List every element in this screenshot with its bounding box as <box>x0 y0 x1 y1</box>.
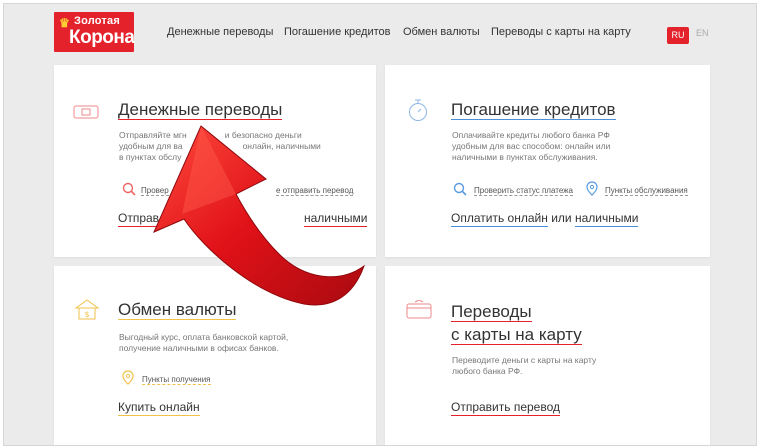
where-to-send-link[interactable]: е отправить перевод <box>276 186 354 196</box>
svg-text:$: $ <box>84 310 89 319</box>
send-online-link[interactable]: Отправ <box>118 211 160 227</box>
pay-online-or-cash-action[interactable]: Оплатить онлайн или наличными <box>451 211 639 227</box>
card-desc-credit-repayment: Оплачивайте кредиты любого банка РФ удоб… <box>452 130 692 163</box>
lang-ru-button[interactable]: RU <box>667 27 689 44</box>
or-text: или <box>551 211 572 225</box>
card-title-currency-exchange-text: Обмен валюты <box>118 300 237 320</box>
nav-credit-repayment[interactable]: Погашение кредитов <box>284 26 391 38</box>
card-card-to-card: Переводы с карты на карту Переводите ден… <box>385 266 710 445</box>
bank-exchange-icon: $ <box>74 299 100 320</box>
card-title-line2: с карты на карту <box>451 325 582 345</box>
card-title-money-transfers-text: Денежные переводы <box>118 100 283 120</box>
logo-line1: Золотая <box>74 15 120 27</box>
nav-currency-exchange[interactable]: Обмен валюты <box>403 26 480 38</box>
location-pin-icon <box>122 370 134 385</box>
desc-line: Переводите деньги с карты на карту <box>452 355 597 365</box>
money-transfer-icon <box>73 105 99 119</box>
desc-line: Оплачивайте кредиты любого банка РФ <box>452 130 610 140</box>
nav-money-transfers[interactable]: Денежные переводы <box>167 26 273 38</box>
service-points-link[interactable]: Пункты обслуживания <box>605 186 688 196</box>
send-card-transfer-action[interactable]: Отправить перевод <box>451 400 561 416</box>
desc-part: Отправляйте мгн <box>119 130 187 140</box>
buy-online-action[interactable]: Купить онлайн <box>118 400 200 416</box>
card-desc-money-transfers: Отправляйте мгн и безопасно деньги удобны… <box>119 130 349 163</box>
nav-card-to-card[interactable]: Переводы с карты на карту <box>491 26 631 38</box>
card-transfer-icon <box>406 300 432 319</box>
desc-line: любого банка РФ. <box>452 366 523 376</box>
buy-online-link[interactable]: Купить онлайн <box>118 400 200 416</box>
card-title-currency-exchange[interactable]: Обмен валюты <box>118 300 237 320</box>
pay-online-link[interactable]: Оплатить онлайн <box>451 211 548 227</box>
card-currency-exchange: $ Обмен валюты Выгодный курс, оплата бан… <box>54 266 376 445</box>
search-icon <box>122 182 136 196</box>
desc-line: получение наличными в офисах банков. <box>119 343 279 353</box>
card-desc-currency-exchange: Выгодный курс, оплата банковской картой,… <box>119 332 359 354</box>
desc-line: удобным для вас способом: онлайн или <box>452 141 611 151</box>
zolotaya-korona-logo[interactable]: ♛ Золотая Корона <box>54 12 135 52</box>
card-title-credit-repayment-text: Погашение кредитов <box>451 100 616 120</box>
page-frame: ♛ Золотая Корона Денежные переводы Погаш… <box>3 3 757 446</box>
desc-line: Выгодный курс, оплата банковской картой, <box>119 332 289 342</box>
card-desc-card-to-card: Переводите деньги с карты на карту любог… <box>452 355 692 377</box>
search-icon <box>453 182 467 196</box>
stopwatch-icon <box>409 99 427 121</box>
send-transfer-action[interactable]: Отправ <box>118 211 160 227</box>
card-credit-repayment: Погашение кредитов Оплачивайте кредиты л… <box>385 65 710 257</box>
lang-en-button[interactable]: EN <box>696 28 709 38</box>
pickup-points-link[interactable]: Пункты получения <box>142 375 211 385</box>
location-pin-icon <box>586 181 598 196</box>
send-card-transfer-link[interactable]: Отправить перевод <box>451 400 561 416</box>
card-title-money-transfers[interactable]: Денежные переводы <box>118 100 283 120</box>
card-money-transfers: Денежные переводы Отправляйте мгн и безоп… <box>54 65 376 257</box>
check-payment-status-link[interactable]: Проверить статус платежа <box>474 186 573 196</box>
desc-part: и безопасно деньги <box>224 130 302 140</box>
card-title-line1: Переводы <box>451 302 532 322</box>
logo-line2: Корона <box>69 27 135 48</box>
pay-cash-link[interactable]: наличными <box>574 211 639 227</box>
card-title-credit-repayment[interactable]: Погашение кредитов <box>451 100 616 120</box>
desc-part: удобным для ва <box>119 141 183 151</box>
desc-part: онлайн, наличными <box>242 141 321 151</box>
send-cash-link[interactable]: наличными <box>304 211 368 227</box>
desc-line: наличными в пунктах обслуживания. <box>452 152 598 162</box>
send-cash-action[interactable]: наличными <box>304 211 368 227</box>
card-title-card-to-card[interactable]: Переводы с карты на карту <box>451 300 582 346</box>
desc-part: в пунктах обслу <box>119 152 182 162</box>
check-transfer-status-link[interactable]: Провер <box>141 186 169 196</box>
